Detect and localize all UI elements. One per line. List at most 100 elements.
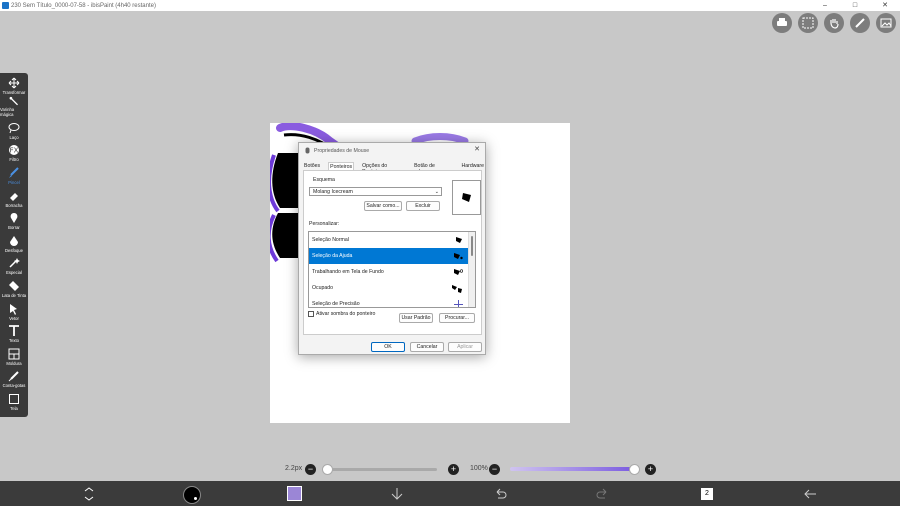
magic-wand-icon — [9, 96, 18, 105]
arrow-down-icon — [391, 488, 403, 500]
opacity-decrease-button[interactable]: − — [489, 464, 500, 475]
current-color-swatch[interactable] — [287, 486, 302, 501]
size-increase-button[interactable]: + — [448, 464, 459, 475]
shadow-checkbox[interactable] — [308, 311, 314, 317]
frame-icon — [8, 348, 20, 360]
cursor-preview — [452, 180, 481, 215]
scrollbar-thumb[interactable] — [471, 236, 473, 256]
eyedropper-icon — [8, 371, 19, 382]
list-item-selected[interactable]: Seleção da Ajuda — [309, 248, 475, 264]
redo-button[interactable] — [595, 486, 611, 502]
brush-preview-button[interactable] — [183, 486, 201, 504]
filter-icon: FX — [9, 145, 19, 156]
special-icon — [9, 258, 20, 268]
bottom-toolbar: 2 — [0, 481, 900, 506]
brush-size-slider[interactable] — [327, 468, 437, 471]
opacity-slider[interactable] — [510, 467, 634, 471]
customize-label: Personalizar: — [309, 221, 340, 227]
shadow-checkbox-row[interactable]: Ativar sombra do ponteiro — [308, 311, 375, 317]
dialog-close-button[interactable]: ✕ — [474, 145, 480, 153]
shadow-checkbox-label: Ativar sombra do ponteiro — [316, 311, 376, 317]
tool-frame[interactable]: Moldura — [0, 344, 28, 367]
cursor-normal-icon — [456, 237, 462, 243]
window-title: 230 Sem Título_0000-07-58 - ibisPaint (4… — [11, 2, 156, 9]
back-button[interactable] — [802, 486, 818, 502]
undo-button[interactable] — [492, 486, 508, 502]
lasso-icon — [8, 122, 20, 133]
tool-canvas[interactable]: Tela — [0, 389, 28, 412]
cursor-help-icon — [454, 253, 463, 260]
apply-button[interactable]: Aplicar — [448, 342, 482, 352]
save-as-button[interactable]: Salvar como... — [364, 201, 402, 211]
top-action-bar — [772, 13, 896, 33]
paint-bucket-icon — [9, 280, 19, 291]
tool-filter[interactable]: FX Filtro — [0, 141, 28, 164]
brush-size-value: 2.2px — [285, 465, 303, 472]
minimize-button[interactable]: – — [810, 0, 840, 11]
opacity-knob[interactable] — [628, 464, 640, 475]
tool-paint-bucket[interactable]: Lata de Tinta — [0, 276, 28, 299]
browse-button[interactable]: Procurar... — [439, 313, 475, 323]
use-default-button[interactable]: Usar Padrão — [399, 313, 433, 323]
list-item[interactable]: Trabalhando em Tela de Fundo — [309, 264, 475, 280]
tool-magic-wand[interactable]: Varinha mágica — [0, 96, 28, 119]
tool-transform[interactable]: Transformar — [0, 73, 28, 96]
tool-special[interactable]: Especial — [0, 254, 28, 277]
material-button[interactable] — [876, 13, 896, 33]
smudge-icon — [10, 213, 18, 224]
mouse-icon — [305, 147, 310, 154]
app-icon — [2, 2, 9, 9]
ruler-icon — [855, 18, 865, 28]
list-item[interactable]: Seleção Normal — [309, 232, 475, 248]
download-button[interactable] — [389, 486, 405, 502]
slider-row: 2.2px − + 100% − + — [0, 463, 900, 477]
list-scrollbar[interactable] — [468, 232, 475, 307]
delete-button[interactable]: Excluir — [406, 201, 440, 211]
scheme-label: Esquema — [313, 177, 335, 183]
tool-brush[interactable]: Pincel — [0, 163, 28, 186]
tool-lasso[interactable]: Laço — [0, 118, 28, 141]
list-item[interactable]: Ocupado — [309, 280, 475, 296]
crosshair-icon — [454, 300, 463, 307]
scheme-select[interactable]: Molang Icecream ⌄ — [309, 187, 442, 196]
redo-icon — [596, 488, 607, 499]
reference-window-button[interactable] — [772, 13, 792, 33]
dialog-title: Propriedades de Mouse — [314, 147, 370, 154]
cancel-button[interactable]: Cancelar — [410, 342, 444, 352]
transform-icon — [8, 77, 20, 88]
ok-button[interactable]: OK — [371, 342, 405, 352]
tool-swap-button[interactable] — [81, 486, 97, 502]
selection-button[interactable] — [798, 13, 818, 33]
vector-icon — [10, 303, 17, 315]
layers-button[interactable]: 2 — [699, 486, 715, 502]
close-button[interactable]: ✕ — [870, 0, 900, 11]
cursor-list[interactable]: Seleção Normal Seleção da Ajuda Trabalha… — [308, 231, 476, 308]
tool-smudge[interactable]: Borrar — [0, 209, 28, 232]
tool-text[interactable]: Texto — [0, 322, 28, 345]
tool-sidebar: Transformar Varinha mágica Laço FX Filtro… — [0, 73, 28, 417]
arrow-left-icon — [804, 489, 816, 499]
opacity-increase-button[interactable]: + — [645, 464, 656, 475]
size-decrease-button[interactable]: − — [305, 464, 316, 475]
hand-icon — [830, 19, 839, 29]
brush-icon — [9, 167, 19, 178]
maximize-button[interactable]: □ — [840, 0, 870, 11]
chevron-down-icon: ⌄ — [434, 189, 439, 195]
text-icon — [9, 325, 19, 337]
opacity-value: 100% — [470, 465, 488, 472]
tool-eyedropper[interactable]: Conta-gotas — [0, 367, 28, 390]
swap-icon — [84, 487, 94, 501]
canvas-icon — [9, 393, 19, 404]
cursor-working-icon — [454, 269, 463, 275]
scheme-value: Molang Icecream — [313, 189, 353, 195]
svg-text:FX: FX — [10, 147, 19, 155]
list-item[interactable]: Seleção de Precisão — [309, 296, 475, 307]
ruler-button[interactable] — [850, 13, 870, 33]
tool-blur[interactable]: Desfoque — [0, 231, 28, 254]
tool-eraser[interactable]: Borracha — [0, 186, 28, 209]
eraser-icon — [10, 192, 18, 201]
cursor-preview-icon — [462, 193, 471, 202]
brush-size-knob[interactable] — [321, 464, 333, 475]
hand-button[interactable] — [824, 13, 844, 33]
tool-vector[interactable]: Vetor — [0, 299, 28, 322]
